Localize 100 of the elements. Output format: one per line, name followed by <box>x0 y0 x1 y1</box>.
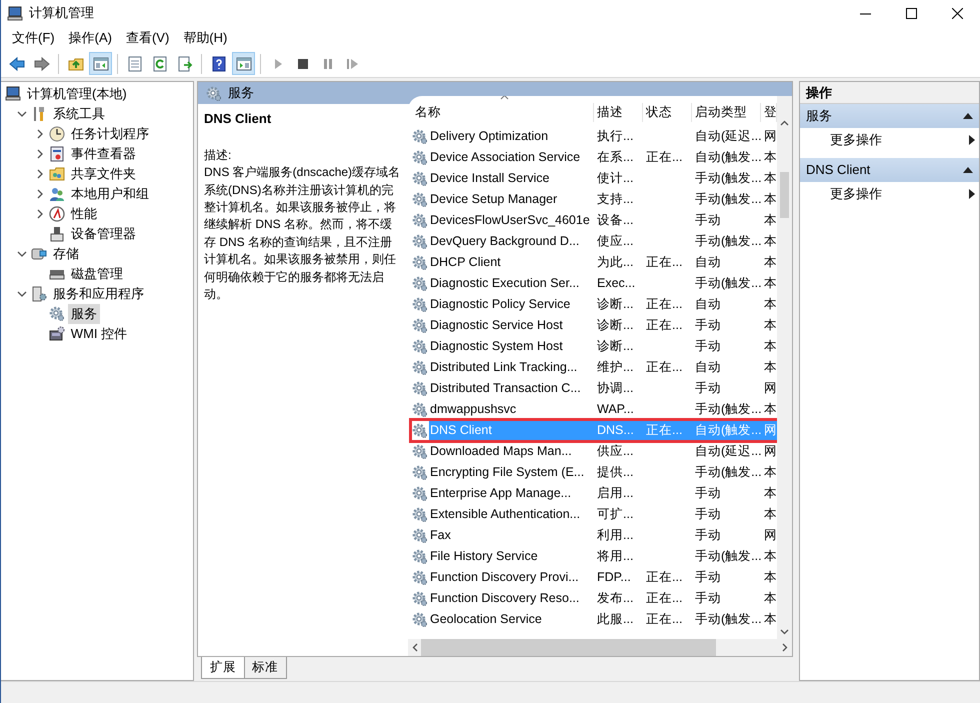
service-description: 设备... <box>596 212 634 230</box>
service-name[interactable]: Downloaded Maps Man... <box>429 442 573 461</box>
back-arrow-icon[interactable] <box>8 56 24 72</box>
tree-item[interactable]: WMI 控件 <box>68 324 130 344</box>
column-header[interactable]: 描述 <box>594 103 643 122</box>
service-description: 支持... <box>596 191 634 208</box>
service-description: 启用... <box>596 485 634 502</box>
collapse-icon[interactable] <box>16 249 27 259</box>
event-log-icon <box>48 146 65 162</box>
forward-arrow-icon[interactable] <box>34 56 50 72</box>
tree-item[interactable]: 设备管理器 <box>68 224 139 244</box>
gear-icon <box>412 254 428 270</box>
service-name[interactable]: Distributed Link Tracking... <box>429 358 578 377</box>
column-header[interactable]: 名称 <box>412 103 594 122</box>
menu-item[interactable]: 文件(F) <box>5 26 62 50</box>
service-name[interactable]: Function Discovery Provi... <box>429 568 580 587</box>
service-name[interactable]: Diagnostic System Host <box>429 337 564 356</box>
gear-icon <box>412 612 428 628</box>
action-section-header[interactable]: DNS Client <box>800 158 979 182</box>
tree-item[interactable]: 事件查看器 <box>68 144 139 164</box>
folder-up-icon[interactable] <box>68 56 84 72</box>
tree-item[interactable]: 计算机管理(本地) <box>24 84 130 104</box>
scroll-thumb[interactable] <box>780 172 789 218</box>
pane-toggle-icon[interactable] <box>92 56 108 72</box>
menu-item[interactable]: 帮助(H) <box>176 26 234 50</box>
help-icon[interactable] <box>210 56 226 72</box>
scroll-up-icon[interactable] <box>780 120 789 126</box>
tree-item[interactable]: 系统工具 <box>50 104 108 124</box>
service-name[interactable]: Extensible Authentication... <box>429 505 582 524</box>
service-name[interactable]: Diagnostic Service Host <box>429 316 564 335</box>
tree-item[interactable]: 服务 <box>68 304 100 324</box>
service-name[interactable]: Diagnostic Execution Ser... <box>429 274 580 293</box>
service-name[interactable]: Device Setup Manager <box>429 190 558 209</box>
menu-item[interactable]: 查看(V) <box>118 26 176 50</box>
service-name[interactable]: Device Association Service <box>429 148 582 167</box>
scroll-left-icon[interactable] <box>412 643 418 652</box>
logon-account: 本 <box>763 485 777 502</box>
scroll-right-icon[interactable] <box>782 643 788 652</box>
service-name[interactable]: Device Install Service <box>429 169 550 188</box>
service-name[interactable]: Delivery Optimization <box>429 127 550 146</box>
service-name[interactable]: Fax <box>429 526 452 545</box>
service-title: DNS Client <box>204 110 272 128</box>
column-header[interactable]: 状态 <box>643 103 692 122</box>
view-tab[interactable]: 标准 <box>243 657 287 679</box>
collapse-icon[interactable] <box>963 167 973 173</box>
action-item[interactable]: 更多操作 <box>800 128 979 152</box>
collapse-icon[interactable] <box>16 289 27 299</box>
logon-account: 本 <box>763 296 777 314</box>
scroll-thumb[interactable] <box>421 639 716 656</box>
scroll-down-icon[interactable] <box>780 629 789 635</box>
section-title: DNS Client <box>806 161 870 180</box>
refresh-icon[interactable] <box>152 56 168 72</box>
action-pane-icon[interactable] <box>236 56 252 72</box>
tree-item[interactable]: 磁盘管理 <box>68 264 126 284</box>
service-name[interactable]: DevQuery Background D... <box>429 232 580 251</box>
section-title: 服务 <box>806 107 832 126</box>
logon-account: 本 <box>763 170 777 188</box>
column-header[interactable]: 启动类型 <box>692 103 761 122</box>
export-icon[interactable] <box>176 56 192 72</box>
service-name[interactable]: Function Discovery Reso... <box>429 589 580 608</box>
users-icon <box>48 186 65 202</box>
expand-icon[interactable] <box>34 209 45 219</box>
action-item[interactable]: 更多操作 <box>800 182 979 206</box>
properties-icon[interactable] <box>126 56 142 72</box>
service-name[interactable]: Geolocation Service <box>429 610 543 629</box>
collapse-icon[interactable] <box>963 113 973 119</box>
tree-item[interactable]: 服务和应用程序 <box>50 284 147 304</box>
tree-item[interactable]: 存储 <box>50 244 82 264</box>
startup-type: 手动 <box>694 212 722 230</box>
tree-item[interactable]: 共享文件夹 <box>68 164 139 184</box>
description-label: 描述: <box>204 146 232 164</box>
service-name[interactable]: File History Service <box>429 547 539 566</box>
service-name[interactable]: DHCP Client <box>429 253 502 272</box>
gear-icon <box>412 444 428 460</box>
service-name[interactable]: DevicesFlowUserSvc_4601e <box>429 211 591 230</box>
vertical-scrollbar[interactable] <box>777 96 792 639</box>
service-name[interactable]: Distributed Transaction C... <box>429 379 582 398</box>
service-name[interactable]: Diagnostic Policy Service <box>429 295 572 314</box>
service-description: 为此... <box>596 254 634 272</box>
service-name[interactable]: Encrypting File System (E... <box>429 463 586 482</box>
menu-item[interactable]: 操作(A) <box>62 26 119 50</box>
action-section-header[interactable]: 服务 <box>800 104 979 128</box>
expand-icon[interactable] <box>34 149 45 159</box>
view-tab[interactable]: 扩展 <box>201 657 245 679</box>
service-name[interactable]: Enterprise App Manage... <box>429 484 572 503</box>
service-description: 供应... <box>596 443 634 460</box>
logon-account: 本 <box>763 275 777 292</box>
startup-type: 手动(触发... <box>694 464 761 482</box>
horizontal-scrollbar[interactable] <box>408 639 792 656</box>
expand-icon[interactable] <box>34 129 45 139</box>
tree-item[interactable]: 本地用户和组 <box>68 184 152 204</box>
tree-item[interactable]: 性能 <box>68 204 100 224</box>
server-icon <box>30 286 47 302</box>
expand-icon[interactable] <box>34 189 45 199</box>
service-description: WAP... <box>596 401 635 418</box>
logon-account: 本 <box>763 464 777 482</box>
expand-icon[interactable] <box>34 169 45 179</box>
tree-item[interactable]: 任务计划程序 <box>68 124 152 144</box>
collapse-icon[interactable] <box>16 109 27 119</box>
service-name[interactable]: dmwappushsvc <box>429 400 518 419</box>
